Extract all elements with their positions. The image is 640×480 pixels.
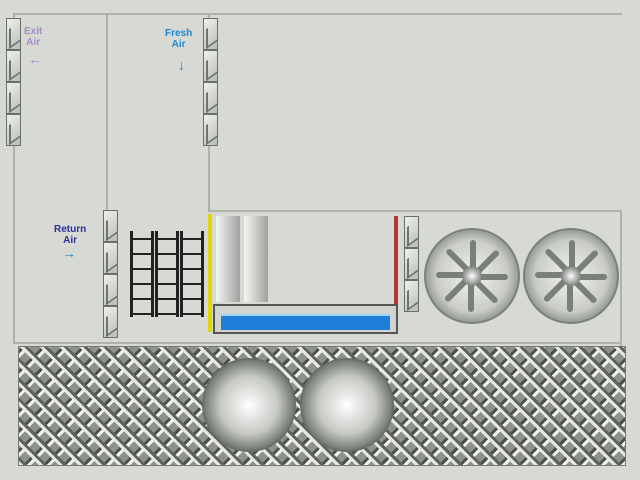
left-arrow-icon: ← [28,51,42,67]
fresh-damper-column [203,18,218,146]
right-arrow-icon: → [62,245,76,261]
cooling-coil-icon [130,231,154,317]
damper-icon [103,210,118,242]
damper-icon [103,306,118,338]
yellow-strip [208,214,212,332]
damper-icon [203,18,218,50]
damper-icon [203,114,218,146]
supply-damper-column [404,216,419,312]
damper-icon [404,248,419,280]
return-air-label: Return Air [54,224,87,246]
fan-icon [424,228,520,324]
damper-icon [6,114,21,146]
damper-icon [404,216,419,248]
fresh-air-label: Fresh Air [165,28,193,50]
fan-icon [300,358,394,452]
fan-icon [202,358,296,452]
damper-icon [103,242,118,274]
damper-icon [203,50,218,82]
filter-bank-2 [244,216,268,302]
damper-icon [6,18,21,50]
water-tray [213,304,398,334]
damper-icon [103,274,118,306]
return-damper-column [103,210,118,338]
damper-icon [404,280,419,312]
down-arrow-icon: ↓ [178,57,185,73]
damper-icon [6,50,21,82]
cooling-coil-icon [155,231,179,317]
cooling-coil-icon [180,231,204,317]
fan-icon [523,228,619,324]
damper-icon [203,82,218,114]
damper-icon [6,82,21,114]
exit-damper-column [6,18,21,146]
filter-bank-1 [216,216,240,302]
exit-air-label: Exit Air [24,26,43,48]
